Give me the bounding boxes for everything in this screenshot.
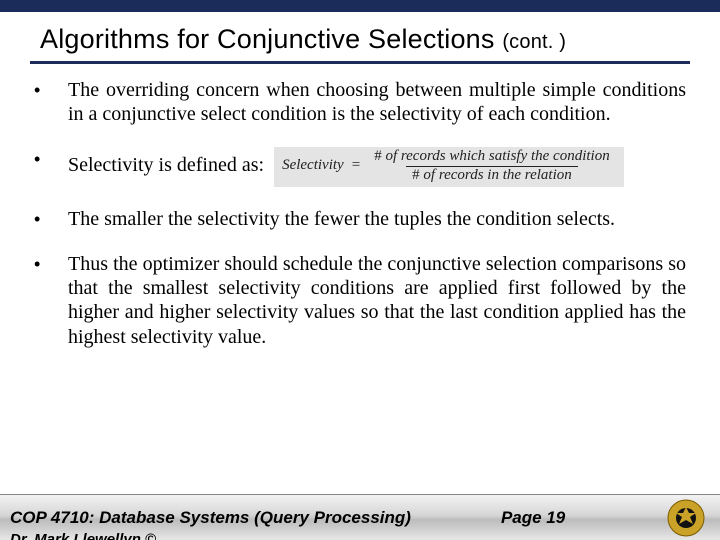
bullet-text: Selectivity is defined as: Selectivity =… [68, 147, 686, 188]
bullet-text: The overriding concern when choosing bet… [68, 78, 686, 127]
bullet-text: Thus the optimizer should schedule the c… [68, 252, 686, 350]
slide: Algorithms for Conjunctive Selections (c… [0, 0, 720, 540]
formula-lead: Selectivity is defined as: [68, 147, 264, 177]
bullet-list: • The overriding concern when choosing b… [34, 78, 686, 349]
list-item: • Selectivity is defined as: Selectivity… [34, 147, 686, 188]
formula-denominator: # of records in the relation [406, 166, 578, 184]
list-item: • The smaller the selectivity the fewer … [34, 207, 686, 231]
formula-lhs: Selectivity [282, 158, 344, 174]
bullet-text: The smaller the selectivity the fewer th… [68, 207, 686, 231]
footer-course: COP 4710: Database Systems (Query Proces… [10, 508, 411, 528]
list-item: • Thus the optimizer should schedule the… [34, 252, 686, 350]
top-accent-bar [0, 0, 720, 12]
list-item: • The overriding concern when choosing b… [34, 78, 686, 127]
footer-page: Page 19 [501, 508, 565, 528]
bullet-dot: • [34, 147, 68, 171]
formula-numerator: # of records which satisfy the condition [368, 149, 616, 166]
formula-row: Selectivity is defined as: Selectivity =… [68, 147, 686, 188]
title-main: Algorithms for Conjunctive Selections [40, 24, 495, 54]
bullet-dot: • [34, 252, 68, 276]
ucf-logo-icon [666, 498, 706, 538]
bullet-dot: • [34, 207, 68, 231]
slide-title: Algorithms for Conjunctive Selections (c… [0, 12, 720, 61]
title-continuation: (cont. ) [502, 31, 566, 53]
bullet-dot: • [34, 78, 68, 102]
formula-equals: = [350, 158, 362, 174]
slide-footer: COP 4710: Database Systems (Query Proces… [0, 494, 720, 540]
slide-content: • The overriding concern when choosing b… [0, 64, 720, 349]
formula-fraction: # of records which satisfy the condition… [368, 149, 616, 184]
selectivity-formula: Selectivity = # of records which satisfy… [274, 147, 624, 188]
footer-author: Dr. Mark Llewellyn © [10, 531, 156, 540]
